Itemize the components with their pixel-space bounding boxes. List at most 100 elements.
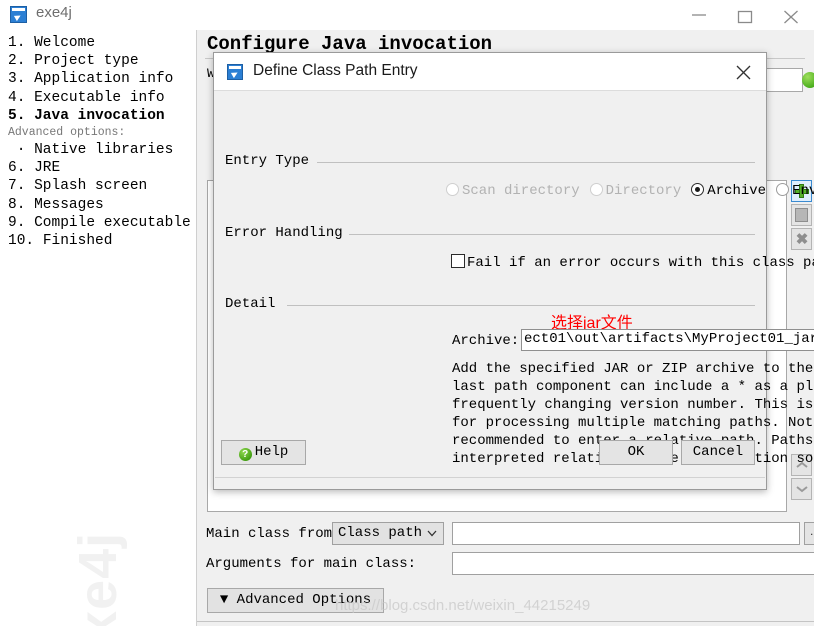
step-number: 4.: [8, 89, 26, 106]
main-class-browse-button[interactable]: ...: [804, 522, 814, 545]
fail-on-error-checkbox-row[interactable]: Fail if an error occurs with this class …: [451, 254, 814, 271]
error-handling-group-label: Error Handling: [225, 225, 349, 241]
sidebar-item-messages[interactable]: 8. Messages: [8, 196, 191, 214]
main-class-from-label: Main class from: [206, 526, 333, 542]
minimize-button[interactable]: [676, 0, 722, 30]
radio-icon-selected: [691, 183, 705, 196]
move-down-button[interactable]: [791, 478, 812, 500]
step-label: Application info: [34, 71, 174, 88]
sidebar-item-project-type[interactable]: 2. Project type: [8, 52, 191, 70]
sub-item-label: Native libraries: [34, 142, 174, 159]
step-number: 3.: [8, 71, 26, 88]
checkbox-icon[interactable]: [451, 254, 465, 268]
step-number: 1.: [8, 35, 26, 51]
advanced-options-button[interactable]: ▼ Advanced Options: [207, 588, 384, 613]
window-titlebar: exe4j: [0, 0, 814, 31]
step-number: 2.: [8, 53, 26, 70]
arguments-label: Arguments for main class:: [206, 556, 417, 572]
wizard-step-list: 1. Welcome 2. Project type 3. Applicatio…: [8, 34, 191, 250]
step-label: Project type: [34, 53, 139, 70]
archive-label: Archive:: [452, 333, 520, 349]
step-label: Compile executable: [34, 214, 191, 231]
step-number: 7.: [8, 178, 26, 195]
sidebar-item-finished[interactable]: 10. Finished: [8, 232, 191, 250]
error-handling-group-rule: [349, 234, 755, 235]
advanced-options-label: Advanced options:: [8, 126, 126, 140]
step-label: Messages: [34, 196, 104, 213]
status-indicator-icon: [802, 72, 814, 88]
sidebar-watermark: exe4j: [68, 531, 128, 626]
step-number: 9.: [8, 214, 26, 231]
classpath-top-field[interactable]: [761, 68, 803, 92]
step-label: Welcome: [34, 35, 96, 51]
radio-icon: [446, 183, 459, 196]
arguments-input[interactable]: [452, 552, 814, 575]
radio-label: Directory: [605, 183, 682, 199]
entry-type-group-rule: [317, 162, 755, 163]
step-number: 5.: [8, 107, 26, 124]
archive-path-value: ect01\out\artifacts\MyProject01_jar\MyPr…: [524, 331, 814, 347]
step-number: 10.: [8, 233, 35, 250]
dialog-cancel-button[interactable]: Cancel: [681, 440, 755, 465]
help-icon: ?: [238, 448, 252, 461]
window-title: exe4j: [36, 4, 72, 21]
detail-description-line: frequently changing version number. This…: [452, 397, 814, 413]
define-class-path-entry-dialog: Define Class Path Entry Entry Type Scan …: [213, 52, 814, 490]
chevron-down-icon: [427, 530, 437, 537]
main-class-input[interactable]: [452, 522, 800, 545]
radio-icon: [776, 183, 790, 196]
dialog-help-label: Help: [254, 444, 289, 460]
wizard-sidebar: 1. Welcome 2. Project type 3. Applicatio…: [0, 30, 197, 626]
delete-classpath-entry-button[interactable]: ✖: [791, 228, 812, 250]
detail-group-rule: [287, 305, 755, 306]
step-label: JRE: [34, 160, 61, 177]
radio-archive[interactable]: Archive: [691, 183, 766, 199]
dialog-footer-divider: [215, 477, 765, 478]
detail-description-line: last path component can include a * as a…: [452, 379, 814, 395]
dialog-ok-button[interactable]: OK: [599, 440, 673, 465]
footer-divider: [197, 621, 814, 622]
sidebar-item-native-libraries[interactable]: · Native libraries: [8, 141, 191, 159]
archive-path-input[interactable]: ect01\out\artifacts\MyProject01_jar\MyPr…: [521, 329, 814, 351]
step-number: 6.: [8, 160, 26, 177]
step-label: Executable info: [34, 89, 165, 106]
detail-group-label: Detail: [225, 296, 282, 312]
sidebar-advanced-options-header: Advanced options:: [8, 125, 191, 141]
radio-label: Environment variable: [792, 183, 814, 199]
fail-on-error-label: Fail if an error occurs with this class …: [467, 255, 814, 271]
sidebar-item-executable-info[interactable]: 4. Executable info: [8, 89, 191, 107]
entry-type-group-label: Entry Type: [225, 153, 316, 169]
step-number: 8.: [8, 196, 26, 213]
exe4j-icon: [10, 6, 27, 23]
step-label: Java invocation: [34, 107, 165, 124]
radio-label: Scan directory: [462, 183, 580, 199]
radio-icon: [589, 183, 603, 196]
sidebar-item-java-invocation[interactable]: 5. Java invocation: [8, 107, 191, 125]
entry-type-radio-group: Scan directory Directory Archive Environmen…: [446, 183, 814, 199]
delete-icon: ✖: [795, 231, 809, 248]
sidebar-item-compile-executable[interactable]: 9. Compile executable: [8, 214, 191, 232]
sidebar-item-welcome[interactable]: 1. Welcome: [8, 34, 191, 52]
main-class-source-select[interactable]: Class path: [332, 522, 444, 545]
dialog-close-button[interactable]: [726, 58, 760, 86]
close-icon: [736, 65, 751, 80]
dialog-titlebar: Define Class Path Entry: [214, 53, 766, 91]
sidebar-item-splash-screen[interactable]: 7. Splash screen: [8, 177, 191, 195]
radio-label: Archive: [707, 183, 767, 199]
radio-environment-variable[interactable]: Environment variable: [776, 183, 814, 199]
step-label: Finished: [42, 233, 113, 250]
close-button[interactable]: [768, 0, 814, 30]
app-window: exe4j 1. Welcome 2. Project type 3. Appl…: [0, 0, 814, 626]
detail-description-line: Add the specified JAR or ZIP archive to …: [452, 361, 814, 377]
maximize-button[interactable]: [722, 0, 768, 30]
copy-classpath-entry-button[interactable]: [791, 204, 812, 226]
sidebar-item-application-info[interactable]: 3. Application info: [8, 70, 191, 88]
radio-scan-directory[interactable]: Scan directory: [446, 183, 580, 199]
radio-directory[interactable]: Directory: [589, 183, 682, 199]
dialog-title: Define Class Path Entry: [253, 62, 418, 79]
dialog-help-button[interactable]: ? Help: [221, 440, 306, 465]
main-class-source-value: Class path: [338, 525, 423, 541]
step-label: Splash screen: [34, 178, 148, 195]
detail-description-line: for processing multiple matching paths. …: [452, 415, 814, 431]
sidebar-item-jre[interactable]: 6. JRE: [8, 159, 191, 177]
